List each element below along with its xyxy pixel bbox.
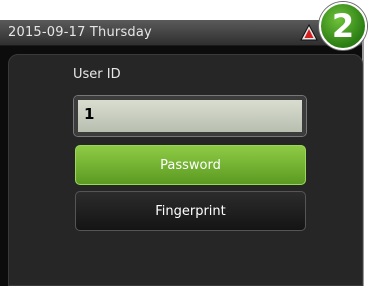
step-badge: 2 xyxy=(319,2,367,50)
fingerprint-button[interactable]: Fingerprint xyxy=(75,191,306,231)
password-button[interactable]: Password xyxy=(75,145,306,185)
user-id-label: User ID xyxy=(73,67,121,82)
status-bar: 2015-09-17 Thursday xyxy=(0,20,362,46)
warning-icon xyxy=(300,24,318,41)
status-datetime: 2015-09-17 Thursday xyxy=(8,25,152,40)
user-id-input[interactable]: 1 xyxy=(74,96,306,136)
